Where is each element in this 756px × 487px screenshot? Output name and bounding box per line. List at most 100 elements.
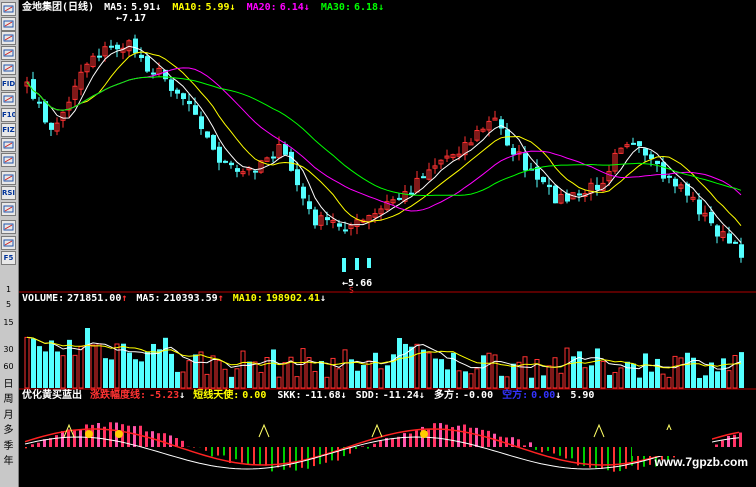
volume-bar-down	[643, 353, 648, 388]
period-button-5[interactable]: 年	[1, 455, 16, 469]
nav-icon[interactable]	[1, 202, 16, 216]
indicator-bar-up	[733, 434, 736, 447]
candle-down	[313, 209, 318, 226]
indicator-bar-down	[217, 447, 219, 456]
volume-bar-down	[499, 375, 504, 388]
tool-icon[interactable]	[1, 220, 16, 234]
period-minutes-60[interactable]: 60	[1, 362, 16, 371]
volume-bar-up	[726, 370, 732, 389]
volume-bar-down	[637, 377, 642, 388]
period-minutes-30[interactable]: 30	[1, 345, 16, 354]
indicator-bar-down	[541, 447, 543, 453]
volume-bar-up	[60, 355, 66, 389]
alert-icon-glyph	[3, 239, 14, 247]
ma20-value: 6.14	[279, 2, 304, 13]
volume-bar-up	[672, 355, 678, 389]
candle-down	[547, 184, 552, 188]
rise-fall-arrow: ↓	[179, 390, 186, 401]
chart-icon[interactable]	[1, 2, 16, 16]
volume-bar-up	[300, 348, 306, 389]
volume-bar-up	[486, 352, 492, 389]
kline-chart-svg[interactable]: S	[19, 0, 756, 487]
indicator-bar-down	[535, 447, 537, 450]
fid-icon[interactable]: FID	[1, 77, 16, 91]
volume-bar-down	[31, 338, 36, 388]
candle-down	[235, 168, 240, 172]
fiz-icon[interactable]: FIZ	[1, 123, 16, 137]
volume-bar-down	[355, 370, 360, 388]
period-button-2[interactable]: 月	[1, 409, 16, 423]
period-button-4[interactable]: 季	[1, 440, 16, 454]
candle-down	[97, 55, 102, 58]
indicator-bar-up	[433, 423, 436, 447]
volume-bar-up	[600, 360, 606, 389]
rise-fall-label: 涨跌幅度线:	[90, 390, 147, 401]
volume-bar-down	[175, 371, 180, 388]
kline-icon[interactable]	[1, 46, 16, 60]
indicator-bar-up	[481, 429, 484, 447]
ma10-line	[26, 51, 742, 227]
indicator-bar-up	[517, 439, 520, 447]
ma5-arrow: ↓	[155, 2, 162, 13]
period-button-1[interactable]: 周	[1, 393, 16, 407]
indicator-bar-up	[727, 436, 730, 447]
indicator-bar-down	[301, 447, 303, 468]
indicator-bar-up	[109, 422, 112, 447]
table-icon[interactable]	[1, 61, 16, 75]
vol-ma10-value: 198902.41	[265, 293, 321, 304]
indicator-bar-up	[523, 445, 526, 447]
indicator-bar-up	[739, 432, 742, 447]
candle-down	[637, 141, 642, 147]
volume-bar-up	[186, 360, 192, 389]
report-icon[interactable]	[1, 92, 16, 106]
volume-bar-up	[258, 371, 264, 389]
left-toolbar: FID F10 FIZ RSI F5 1 5 15 30 60 日周月多季年	[0, 0, 19, 487]
indicator-bar-down	[313, 447, 315, 467]
indicator-bar-down	[619, 447, 621, 472]
f10-icon[interactable]: F10	[1, 108, 16, 122]
indicator-header: 优化黄买蓝出 涨跌幅度线: -5.23↓ 短线天使: 0.00 SKK: -11.68…	[22, 390, 594, 401]
period-minutes-1[interactable]: 1	[1, 285, 16, 294]
volume-bar-down	[721, 358, 726, 388]
volume-bar-up	[216, 360, 222, 389]
ma10-label: MA10:	[172, 2, 203, 13]
info-icon-glyph	[3, 141, 14, 149]
rsi-icon[interactable]: RSI	[1, 186, 16, 200]
candle-down	[295, 169, 300, 186]
volume-bar-down	[157, 349, 162, 388]
candle-down	[643, 148, 648, 156]
volume-bar-down	[577, 351, 582, 388]
volume-bar-up	[90, 344, 96, 389]
info-icon[interactable]	[1, 138, 16, 152]
period-minutes-15[interactable]: 15	[1, 318, 16, 327]
candle-down	[397, 197, 402, 200]
volume-bar-down	[67, 339, 72, 388]
candle-down	[187, 100, 192, 105]
grid-icon[interactable]	[1, 171, 16, 185]
chart-area[interactable]: S 金地集团(日线) MA5: 5.91↓ MA10: 5.99↓ MA20: 6.1…	[19, 0, 756, 487]
period-button-3[interactable]: 多	[1, 424, 16, 438]
ma10-arrow: ↓	[229, 2, 236, 13]
search-icon[interactable]	[1, 153, 16, 167]
volume-bar-up	[612, 371, 618, 389]
volume-bar-up	[312, 370, 318, 389]
volume-bar-down	[541, 375, 546, 388]
volume-bar-down	[397, 338, 402, 388]
indicator-bar-down	[565, 447, 567, 459]
volume-bar-down	[133, 359, 138, 388]
period-button-0[interactable]: 日	[1, 378, 16, 392]
zoom-icon[interactable]	[1, 17, 16, 31]
long-label: 多方:	[433, 390, 460, 401]
volume-bar-up	[552, 357, 558, 389]
period-minutes-5[interactable]: 5	[1, 300, 16, 309]
rise-fall-value: -5.23	[149, 390, 180, 401]
volume-bar-up	[204, 373, 210, 389]
alert-icon[interactable]	[1, 236, 16, 250]
sdd-value: -11.24	[382, 390, 419, 401]
line-icon[interactable]	[1, 31, 16, 45]
indicator-bar-up	[373, 443, 376, 447]
volume-bar-down	[403, 343, 408, 388]
sdd-arrow: ↓	[418, 390, 425, 401]
indicator-bar-down	[265, 447, 267, 466]
f5-icon[interactable]: F5	[1, 251, 16, 265]
